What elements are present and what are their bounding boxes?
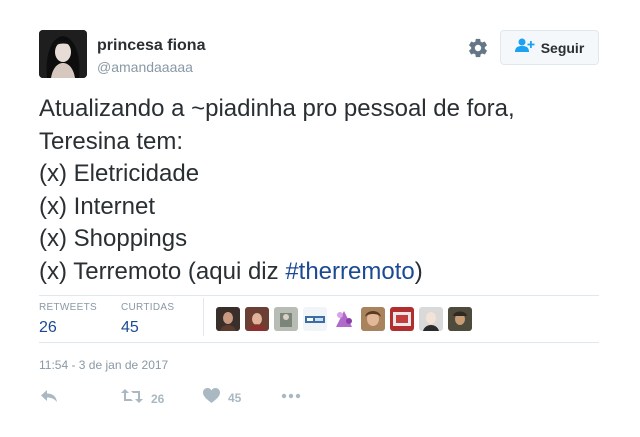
stats-top-divider — [39, 295, 599, 296]
person-add-icon — [514, 38, 535, 57]
liker-avatar[interactable] — [390, 307, 414, 331]
likes-stat[interactable]: CURTIDAS 45 — [121, 302, 174, 337]
tweet-line-last: (x) Terremoto (aqui diz #therremoto) — [39, 256, 599, 289]
stats-bottom-divider — [39, 342, 599, 343]
likes-label: CURTIDAS — [121, 302, 175, 313]
retweet-icon — [121, 388, 143, 409]
liker-avatars — [216, 307, 472, 331]
tweet-text: Atualizando a ~piadinha pro pessoal de f… — [39, 93, 599, 288]
more-icon — [281, 388, 301, 409]
retweets-value: 26 — [39, 319, 57, 336]
avatar[interactable] — [39, 30, 87, 78]
likes-value: 45 — [121, 319, 139, 336]
follow-button[interactable]: Seguir — [500, 30, 599, 65]
reply-button[interactable] — [40, 388, 58, 409]
more-button[interactable] — [281, 388, 301, 409]
retweets-label: RETWEETS — [39, 302, 97, 313]
retweets-stat[interactable]: RETWEETS 26 — [39, 302, 97, 337]
like-button[interactable]: 45 — [203, 388, 241, 408]
tweet-line: Teresina tem: — [39, 127, 184, 155]
liker-avatar[interactable] — [245, 307, 269, 331]
gear-icon[interactable] — [467, 37, 489, 59]
liker-avatar[interactable] — [361, 307, 385, 331]
like-count: 45 — [228, 391, 242, 405]
follow-button-label: Seguir — [540, 39, 585, 56]
liker-avatar[interactable] — [332, 307, 356, 331]
liker-avatar[interactable] — [303, 307, 327, 331]
tweet-line-suffix: ) — [414, 257, 423, 285]
user-display-name[interactable]: princesa fiona — [97, 37, 205, 55]
retweet-count: 26 — [151, 391, 165, 406]
retweet-button[interactable]: 26 — [121, 388, 164, 409]
liker-avatar[interactable] — [448, 307, 472, 331]
tweet-line: Atualizando a ~piadinha pro pessoal de f… — [39, 95, 515, 122]
liker-avatar[interactable] — [216, 307, 240, 331]
reply-icon — [40, 388, 58, 409]
liker-avatar[interactable] — [274, 307, 298, 331]
tweet-timestamp[interactable]: 11:54 - 3 de jan de 2017 — [39, 358, 168, 372]
tweet-line: (x) Eletricidade — [39, 160, 200, 187]
heart-icon — [203, 388, 220, 408]
liker-avatar[interactable] — [419, 307, 443, 331]
stats-separator — [203, 298, 204, 336]
tweet-line: (x) Internet — [39, 192, 156, 220]
user-handle[interactable]: @amandaaaaa — [97, 59, 193, 75]
tweet-line: (x) Shoppings — [39, 225, 188, 252]
tweet-line-prefix: (x) Terremoto (aqui diz — [39, 257, 286, 285]
hashtag-link[interactable]: #therremoto — [285, 258, 414, 285]
